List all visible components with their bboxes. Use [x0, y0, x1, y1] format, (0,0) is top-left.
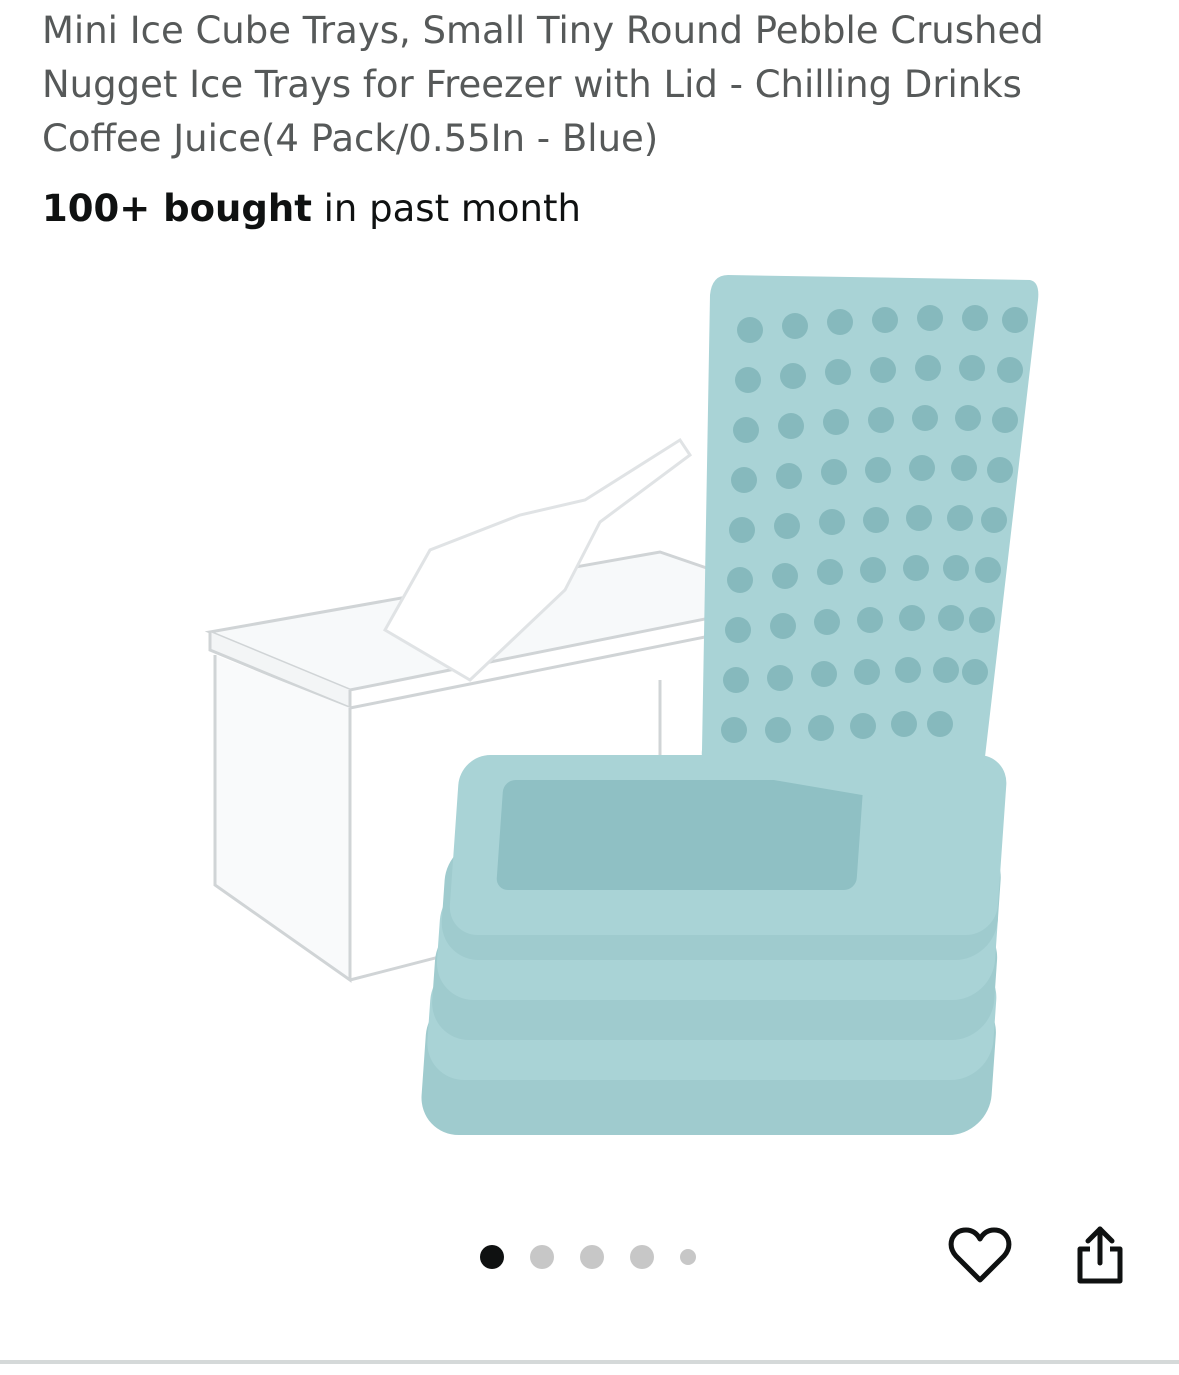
tray-stack-illustration — [421, 755, 1007, 1135]
wishlist-button[interactable] — [945, 1220, 1015, 1290]
section-divider — [0, 1360, 1179, 1364]
carousel-dot-4[interactable] — [630, 1245, 654, 1269]
upright-tray-illustration — [701, 275, 1039, 813]
product-title: Mini Ice Cube Trays, Small Tiny Round Pe… — [42, 9, 1044, 160]
share-icon — [1077, 1226, 1123, 1284]
share-button[interactable] — [1065, 1220, 1135, 1290]
bought-in-past-month: 100+ bought in past month — [42, 182, 581, 236]
carousel-dot-2[interactable] — [530, 1245, 554, 1269]
carousel-dot-5[interactable] — [680, 1249, 696, 1265]
carousel-dot-1[interactable] — [480, 1245, 504, 1269]
heart-outline-icon — [948, 1227, 1012, 1283]
bought-suffix: in past month — [311, 187, 581, 230]
bought-count: 100+ bought — [42, 187, 312, 230]
product-image[interactable] — [100, 260, 1080, 1160]
image-carousel-dots — [480, 1244, 696, 1270]
carousel-dot-3[interactable] — [580, 1245, 604, 1269]
